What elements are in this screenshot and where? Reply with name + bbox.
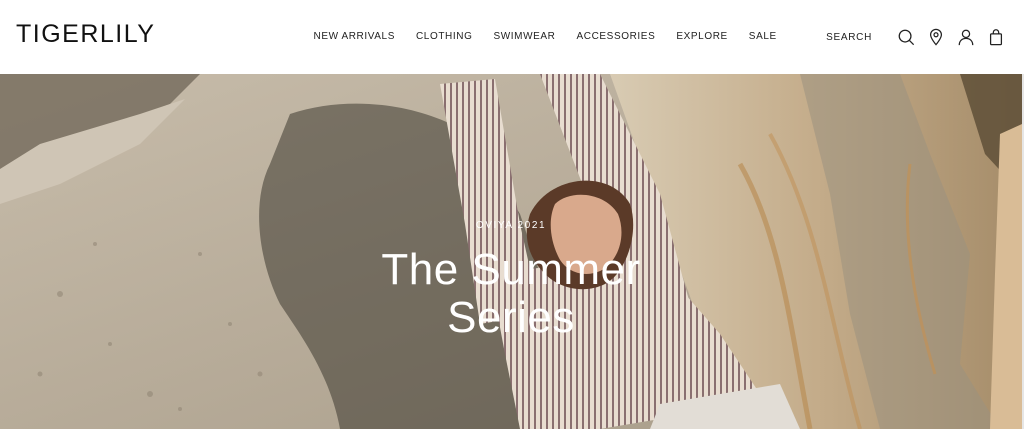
hero-title[interactable]: The Summer Series <box>0 246 1022 342</box>
hero-title-line-2: Series <box>447 293 575 342</box>
nav-item-swimwear[interactable]: SWIMWEAR <box>483 30 566 44</box>
hero-eyebrow: OVIYA 2021 <box>475 220 547 231</box>
account-icon[interactable] <box>956 27 976 47</box>
hero-banner[interactable]: OVIYA 2021 The Summer Series <box>0 74 1022 429</box>
nav-item-new-arrivals[interactable]: NEW ARRIVALS <box>303 30 405 44</box>
shopping-bag-icon[interactable] <box>986 27 1006 47</box>
hero-title-line-1: The Summer <box>381 245 641 294</box>
search-label[interactable]: SEARCH <box>826 32 872 43</box>
nav-item-explore[interactable]: EXPLORE <box>666 30 738 44</box>
header-utilities: SEARCH <box>826 24 1006 50</box>
location-pin-icon[interactable] <box>926 27 946 47</box>
nav-item-clothing[interactable]: CLOTHING <box>405 30 482 44</box>
site-header: TIGERLILY NEW ARRIVALS CLOTHING SWIMWEAR… <box>0 0 1024 74</box>
main-nav: NEW ARRIVALS CLOTHING SWIMWEAR ACCESSORI… <box>303 30 787 44</box>
search-icon[interactable] <box>896 27 916 47</box>
nav-item-accessories[interactable]: ACCESSORIES <box>566 30 666 44</box>
nav-item-sale[interactable]: SALE <box>738 30 787 44</box>
brand-logo[interactable]: TIGERLILY <box>16 21 155 47</box>
